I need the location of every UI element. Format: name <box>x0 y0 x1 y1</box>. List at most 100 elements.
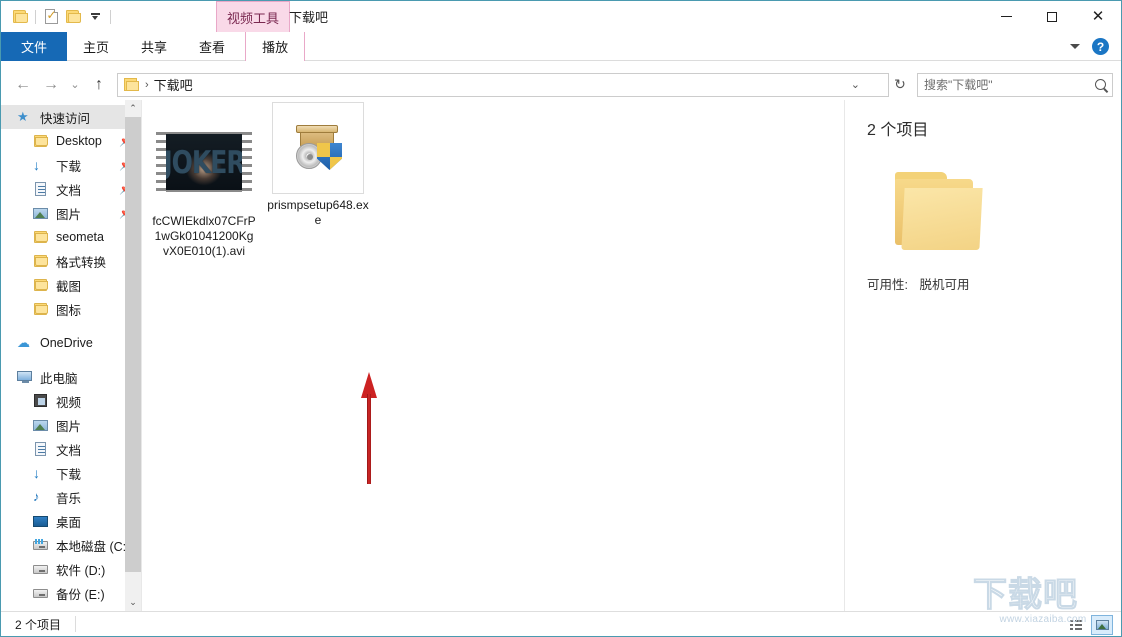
availability-key: 可用性: <box>867 278 908 292</box>
details-availability: 可用性: 脱机可用 <box>867 274 1101 293</box>
folder-icon <box>33 277 49 293</box>
details-view-icon <box>1070 619 1082 630</box>
forward-button[interactable]: → <box>37 72 65 98</box>
breadcrumb-separator: › <box>145 78 149 91</box>
sidebar-item-label: 音乐 <box>56 491 82 506</box>
availability-value: 脱机可用 <box>919 278 970 292</box>
forward-icon: → <box>43 75 59 93</box>
maximize-button[interactable] <box>1029 1 1075 32</box>
sidebar-item-music[interactable]: ♪ 音乐 <box>1 485 141 509</box>
back-button[interactable]: ← <box>9 72 37 98</box>
tab-share-label: 共享 <box>141 40 168 55</box>
drive-icon <box>33 585 49 601</box>
folder-icon <box>12 10 28 23</box>
sidebar-item-icons[interactable]: 图标 <box>1 297 141 321</box>
tab-view[interactable]: 查看 <box>183 32 241 61</box>
sidebar-item-drive-e[interactable]: 备份 (E:) <box>1 581 141 605</box>
sidebar-item-drive-d[interactable]: 软件 (D:) <box>1 557 141 581</box>
scroll-down-button[interactable]: ⌄ <box>125 594 141 611</box>
minimize-button[interactable] <box>983 1 1029 32</box>
folder-icon <box>33 253 49 269</box>
sidebar-item-label: 桌面 <box>56 515 82 530</box>
details-view-button[interactable] <box>1065 615 1087 635</box>
help-icon[interactable]: ? <box>1092 38 1109 55</box>
sidebar-item-documents[interactable]: 文档 📌 <box>1 177 141 201</box>
back-icon: ← <box>15 75 31 93</box>
details-title: 2 个项目 <box>867 122 929 139</box>
tab-home[interactable]: 主页 <box>67 32 125 61</box>
address-input[interactable]: › 下载吧 ⌄ <box>117 72 889 97</box>
search-input[interactable]: 搜索"下载吧" <box>917 72 1113 97</box>
red-arrow-annotation <box>361 372 377 484</box>
film-perforation-left <box>156 132 166 192</box>
sidebar-item-downloads[interactable]: ↓ 下载 📌 <box>1 153 141 177</box>
sidebar-item-label: 图标 <box>56 303 82 318</box>
sidebar-item-documents-pc[interactable]: 文档 <box>1 437 141 461</box>
qat-new-folder-icon[interactable] <box>62 6 84 28</box>
sidebar-item-pictures-pc[interactable]: 图片 <box>1 413 141 437</box>
window-title-label: 下载吧 <box>289 10 329 25</box>
sidebar-item-label: 此电脑 <box>40 371 78 386</box>
chevron-down-icon[interactable] <box>1070 44 1080 49</box>
sidebar-item-drive-c[interactable]: 本地磁盘 (C:) <box>1 533 141 557</box>
sidebar-item-downloads-pc[interactable]: ↓ 下载 <box>1 461 141 485</box>
folder-icon <box>33 133 49 149</box>
file-list-view[interactable]: JOKER fcCWIEkdlx07CFrP1wGk01041200KgvX0E… <box>141 100 844 611</box>
qat-folder-icon[interactable] <box>9 6 31 28</box>
properties-icon <box>44 8 58 24</box>
breadcrumb: 下载吧 <box>153 78 193 93</box>
sidebar-item-label: OneDrive <box>40 336 93 350</box>
sidebar-item-label: 图片 <box>56 207 82 222</box>
file-item-video[interactable]: JOKER fcCWIEkdlx07CFrP1wGk01041200KgvX0E… <box>152 114 256 259</box>
search-icon <box>1092 76 1109 93</box>
qat-properties-icon[interactable] <box>40 6 62 28</box>
sidebar-item-label: 快速访问 <box>40 111 91 126</box>
address-bar: ← → ⌄ ↑ › 下载吧 ⌄ ↻ 搜索"下载吧" <box>1 69 1121 100</box>
sidebar-item-label: 软件 (D:) <box>56 563 106 578</box>
tab-file[interactable]: 文件 <box>1 32 68 61</box>
folder-icon <box>895 172 983 252</box>
refresh-button[interactable]: ↻ <box>889 72 911 98</box>
cloud-icon: ☁ <box>17 335 30 350</box>
sidebar-item-desktop[interactable]: Desktop 📌 <box>1 129 141 153</box>
document-icon <box>33 441 49 457</box>
sidebar-item-videos[interactable]: 视频 <box>1 389 141 413</box>
sidebar-item-desktop-pc[interactable]: 桌面 <box>1 509 141 533</box>
sidebar-item-pictures[interactable]: 图片 📌 <box>1 201 141 225</box>
sidebar-item-this-pc[interactable]: 此电脑 <box>1 365 141 389</box>
view-mode-buttons <box>1065 612 1113 637</box>
sidebar-item-format-convert[interactable]: 格式转换 <box>1 249 141 273</box>
download-icon: ↓ <box>33 465 40 481</box>
explorer-window: 视频工具 下载吧 ✕ 文件 主页 共享 查看 播放 ? ← → ⌄ ↑ <box>0 0 1122 637</box>
sidebar-item-label: 文档 <box>56 183 82 198</box>
sidebar-item-seometa[interactable]: seometa <box>1 225 141 249</box>
tab-home-label: 主页 <box>83 40 110 55</box>
refresh-icon: ↻ <box>894 76 906 92</box>
chevron-down-icon: ⌄ <box>70 79 80 91</box>
sidebar-item-quick-access[interactable]: ★ 快速访问 <box>1 105 141 129</box>
uac-shield-icon <box>317 143 342 170</box>
up-button[interactable]: ↑ <box>85 72 113 98</box>
tab-playback[interactable]: 播放 <box>245 32 306 61</box>
sidebar-item-label: 备份 (E:) <box>56 587 105 602</box>
scroll-up-button[interactable]: ⌃ <box>125 100 141 117</box>
search-placeholder: 搜索"下载吧" <box>924 78 993 92</box>
navigation-pane-scrollbar[interactable]: ⌃ ⌄ <box>125 100 141 611</box>
close-button[interactable]: ✕ <box>1075 1 1121 32</box>
scrollbar-thumb[interactable] <box>125 117 141 572</box>
qat-customize-dropdown[interactable] <box>84 6 106 28</box>
star-icon: ★ <box>17 109 29 124</box>
sidebar-item-label: seometa <box>56 230 104 244</box>
folder-icon <box>33 229 49 245</box>
tab-share[interactable]: 共享 <box>125 32 183 61</box>
contextual-tab-group-label: 视频工具 <box>227 10 280 26</box>
address-dropdown-button[interactable]: ⌄ <box>851 74 860 96</box>
download-icon: ↓ <box>33 157 40 173</box>
file-item-executable[interactable]: prismpsetup648.exe <box>266 102 370 228</box>
sidebar-item-onedrive[interactable]: ☁ OneDrive <box>1 331 141 355</box>
status-bar: 2 个项目 <box>1 611 1121 636</box>
recent-locations-button[interactable]: ⌄ <box>65 72 85 98</box>
thumbnail-view-button[interactable] <box>1091 614 1113 635</box>
sidebar-item-screenshots[interactable]: 截图 <box>1 273 141 297</box>
details-pane: 2 个项目 可用性: 脱机可用 <box>844 100 1121 611</box>
